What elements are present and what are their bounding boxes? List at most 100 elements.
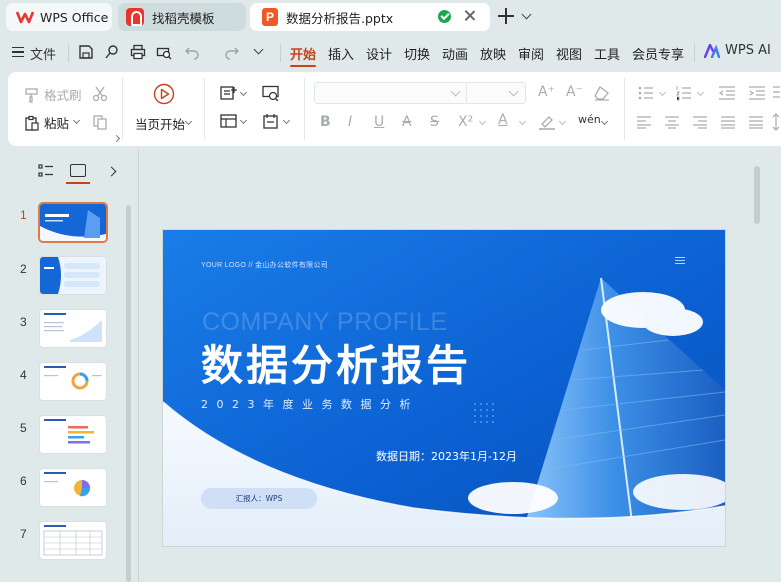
text-direction-icon[interactable] [772,113,780,131]
text-shadow-icon[interactable]: S [430,114,439,130]
paste-button[interactable]: 粘贴 [24,113,69,132]
bullet-list-icon[interactable] [638,85,658,101]
slide-number: 6 [20,474,27,488]
slide-thumbnail[interactable] [40,204,106,241]
underline-icon[interactable]: U [374,114,384,130]
paste-chevron-icon[interactable] [72,116,81,125]
presentation-file-icon: P [262,8,278,26]
clipboard-expand-icon[interactable] [112,134,121,143]
slide-subtitle[interactable]: 2023年度业务数据分析 [201,396,419,412]
slide-thumbnail[interactable] [40,310,106,347]
bullet-chevron-icon[interactable] [658,88,667,97]
superscript-chevron-icon[interactable] [478,117,487,126]
menu-membership[interactable]: 会员专享 [632,44,684,63]
phonetic-chevron-icon[interactable] [600,117,609,126]
decrease-indent-icon[interactable] [718,85,736,101]
slide-thumbnail[interactable] [40,363,106,400]
superscript-icon[interactable]: X² [458,114,473,130]
font-color-chevron-icon[interactable] [518,117,527,126]
menu-view[interactable]: 视图 [556,44,582,63]
slide-thumbnail[interactable] [40,522,106,559]
outline-view-icon[interactable] [38,164,54,178]
font-color-icon[interactable]: A [498,112,508,128]
slide-thumbnail-image [40,310,106,347]
divider [280,44,281,62]
section-icon[interactable] [262,113,280,129]
divider [204,78,205,140]
save-icon[interactable] [78,44,94,60]
font-size-select[interactable] [466,82,526,104]
increase-indent-icon[interactable] [748,85,766,101]
layout-chevron-icon[interactable] [239,116,248,125]
slides-panel-scrollbar[interactable] [126,205,131,582]
more-quick-access-chevron-icon[interactable] [253,44,264,55]
italic-icon[interactable]: I [348,114,352,130]
slide-number: 1 [20,208,27,222]
docer-icon [126,8,144,26]
tab-document[interactable]: P 数据分析报告.pptx [250,3,490,31]
hamburger-menu-icon[interactable] [12,47,24,57]
tab-list-chevron-icon[interactable] [521,9,532,20]
slide-thumbnail[interactable] [40,257,106,294]
menu-design[interactable]: 设计 [366,44,392,63]
reuse-slide-icon[interactable] [262,85,280,101]
play-chevron-icon[interactable] [184,117,193,126]
print-icon[interactable] [130,44,146,60]
copy-icon[interactable] [92,114,108,130]
strikethrough-icon[interactable]: A [402,114,412,130]
redo-icon[interactable] [224,44,240,60]
tab-bar: WPS Office 找稻壳模板 P 数据分析报告.pptx [0,0,781,34]
numbered-chevron-icon[interactable] [696,88,705,97]
layout-icon[interactable] [220,113,238,129]
align-center-icon[interactable] [664,115,680,129]
distribute-icon[interactable] [748,115,764,129]
print-preview-icon[interactable] [156,44,172,60]
new-slide-chevron-icon[interactable] [239,88,248,97]
slide-title[interactable]: 数据分析报告 [201,332,471,393]
phonetic-guide-icon[interactable]: wén [578,113,601,126]
menu-tools[interactable]: 工具 [594,44,620,63]
justify-icon[interactable] [720,115,736,129]
tab-templates[interactable]: 找稻壳模板 [118,3,246,31]
align-right-icon[interactable] [692,115,708,129]
numbered-list-icon[interactable] [676,85,696,101]
cut-icon[interactable] [92,86,108,102]
menu-transitions[interactable]: 切换 [404,44,430,63]
highlight-icon[interactable] [538,114,556,130]
play-current-slide-icon[interactable] [153,83,175,105]
slide-thumbnail[interactable] [40,416,106,453]
paste-icon [25,115,39,131]
format-painter-button[interactable]: 格式刷 [24,85,82,104]
new-tab-plus-icon[interactable] [498,8,514,24]
menu-slideshow[interactable]: 放映 [480,44,506,63]
highlight-chevron-icon[interactable] [558,117,567,126]
undo-icon[interactable] [184,44,200,60]
share-icon[interactable] [104,44,120,60]
line-spacing-icon[interactable] [772,85,780,101]
slide-thumbnail[interactable] [40,469,106,506]
slide-view-icon[interactable] [70,164,86,177]
play-from-current-button[interactable]: 当页开始 [135,114,185,133]
menu-home[interactable]: 开始 [290,44,316,63]
tab-templates-label: 找稻壳模板 [152,10,215,26]
align-left-icon[interactable] [636,115,652,129]
wps-ai-button[interactable]: WPS AI [704,43,771,58]
font-family-select[interactable] [314,82,468,104]
canvas-scrollbar[interactable] [754,166,760,224]
tab-wps-office[interactable]: WPS Office [6,3,112,31]
slide-canvas[interactable]: YOUR LOGO // 金山办公软件有限公司 COMPANY PROFILE … [163,230,725,546]
new-slide-icon[interactable] [220,85,238,101]
bold-icon[interactable]: B [320,114,331,130]
section-chevron-icon[interactable] [282,116,291,125]
increase-font-icon[interactable]: A⁺ [538,84,555,100]
slide-date[interactable]: 数据日期：2023年1月-12月 [376,448,517,464]
decrease-font-icon[interactable]: A⁻ [566,84,583,100]
menu-file[interactable]: 文件 [30,44,56,63]
reporter-pill[interactable]: 汇报人：WPS [201,488,317,509]
menu-review[interactable]: 审阅 [518,44,544,63]
divider [624,78,625,140]
menu-animations[interactable]: 动画 [442,44,468,63]
menu-insert[interactable]: 插入 [328,44,354,63]
close-tab-icon[interactable] [462,8,478,24]
clear-format-icon[interactable] [593,85,611,101]
